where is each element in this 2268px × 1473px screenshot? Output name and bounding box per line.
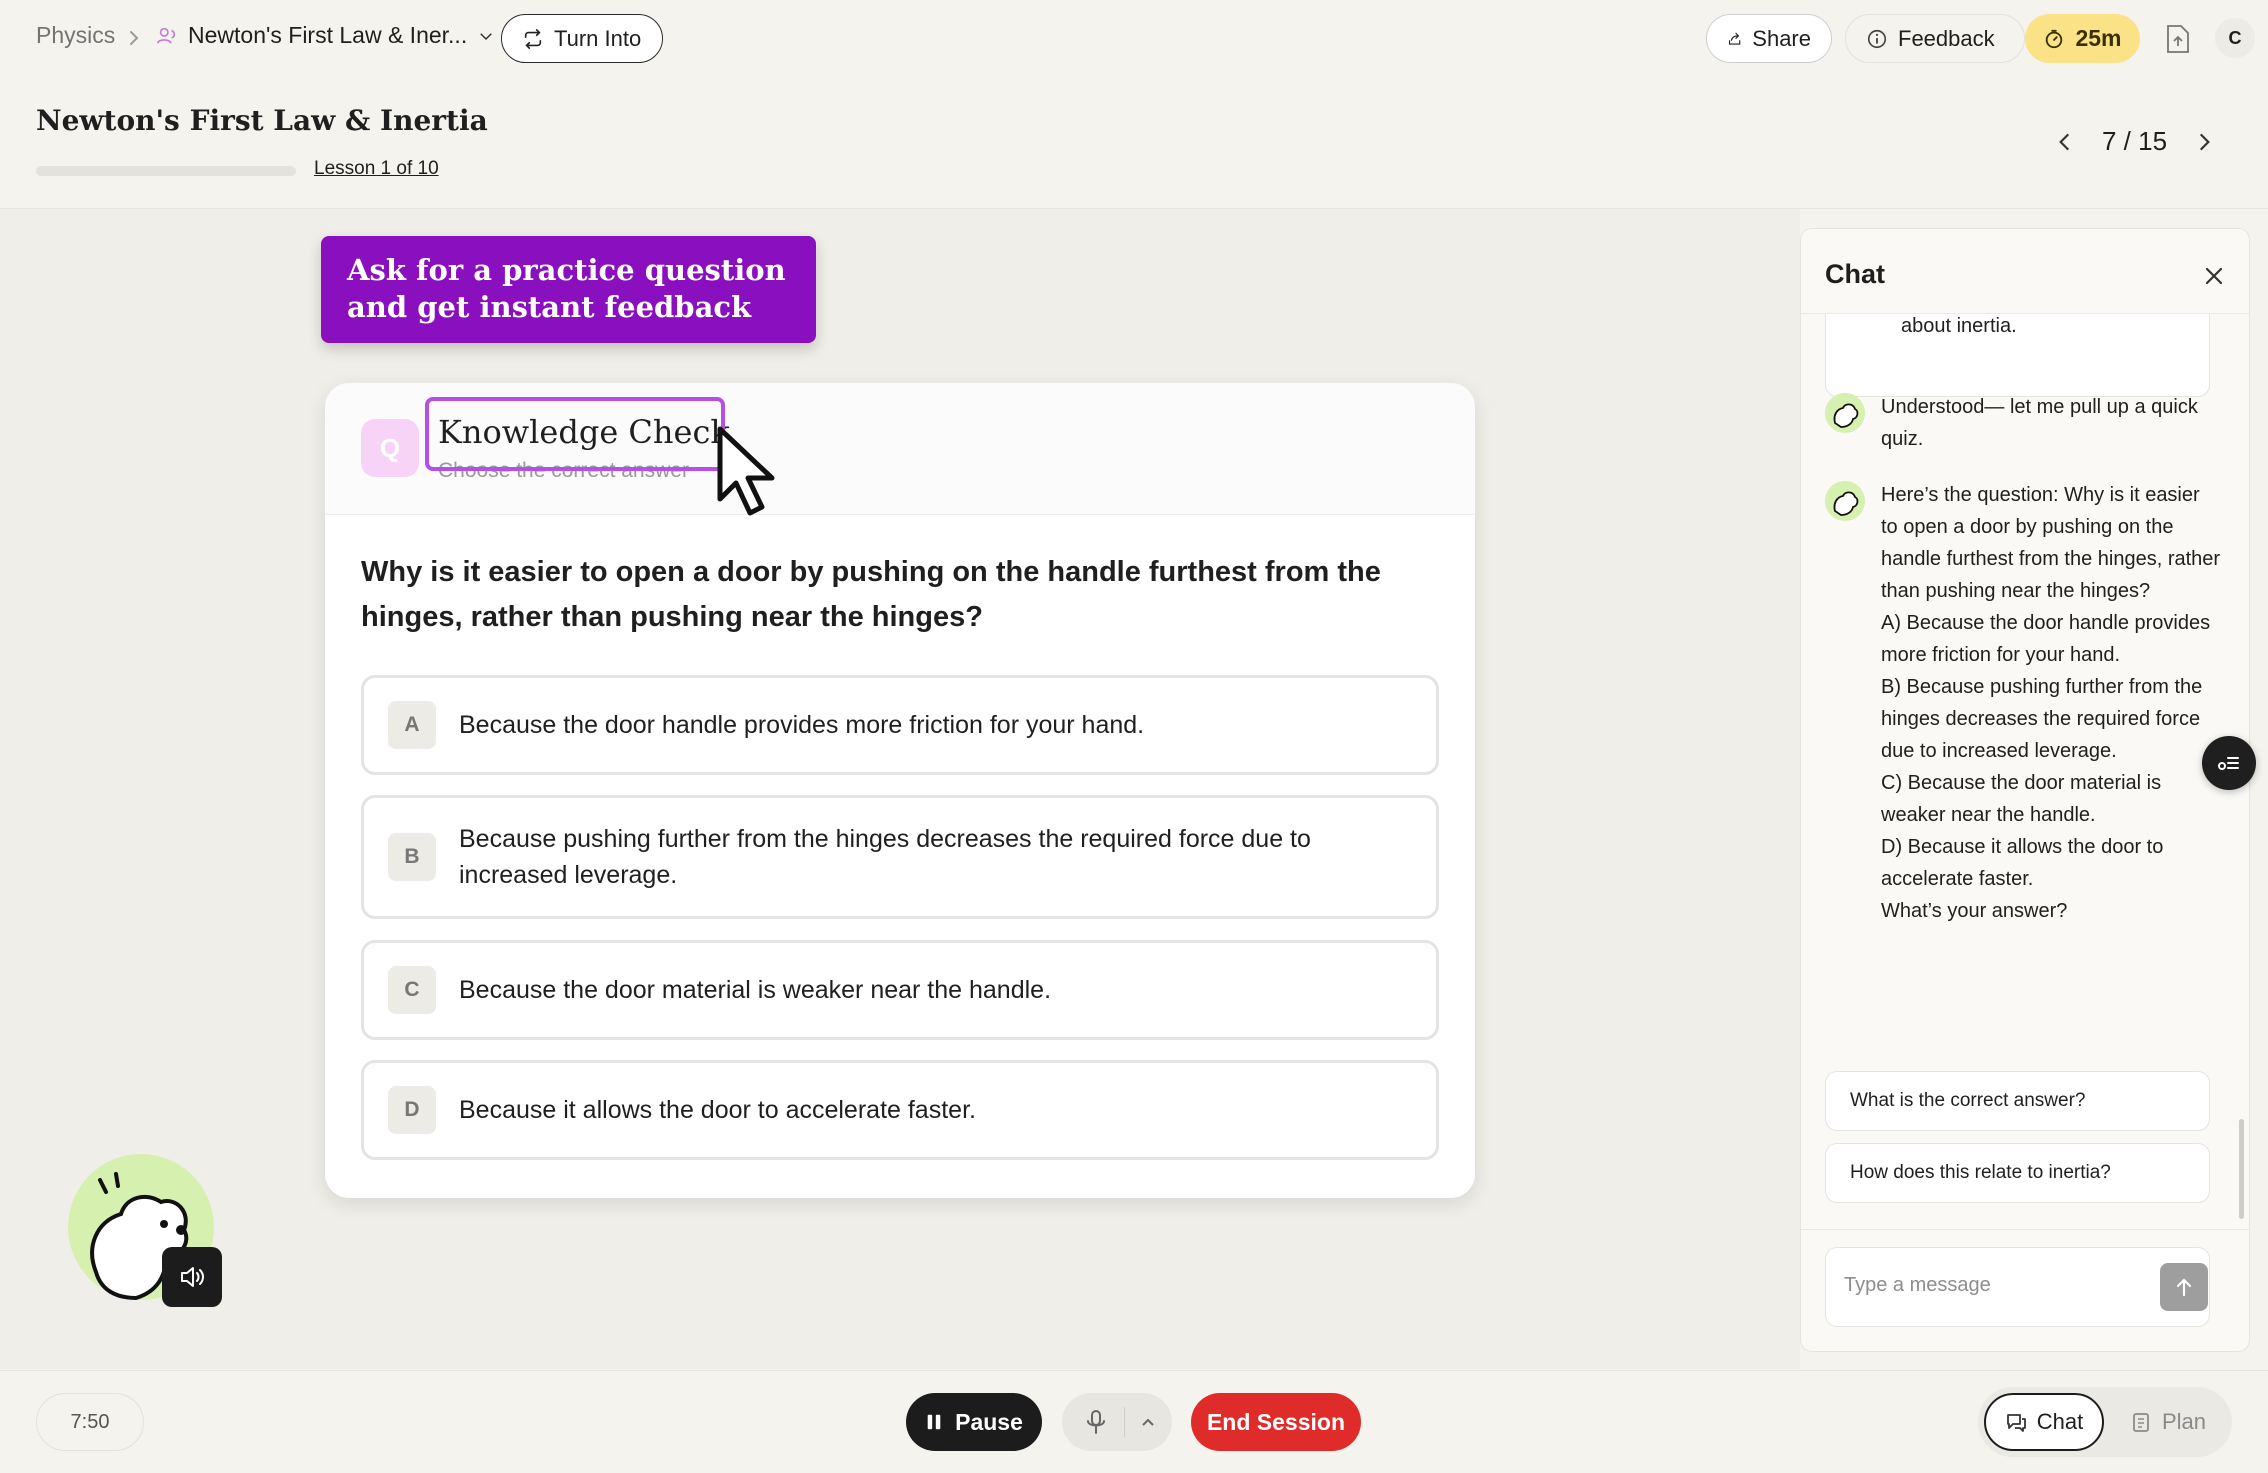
export-file-icon[interactable] bbox=[2165, 24, 2191, 54]
microphone-icon[interactable] bbox=[1082, 1408, 1110, 1436]
quiz-header: Q Knowledge Check Choose the correct ans… bbox=[325, 383, 1475, 515]
pause-button[interactable]: Pause bbox=[906, 1393, 1042, 1451]
answer-option-a[interactable]: A Because the door handle provides more … bbox=[361, 675, 1439, 775]
pager-label: 7 / 15 bbox=[2102, 126, 2168, 156]
breadcrumb-topic[interactable]: Newton's First Law & Iner... bbox=[156, 22, 495, 49]
bot-message: Here’s the question: Why is it easier to… bbox=[1881, 484, 2221, 922]
share-icon bbox=[1728, 32, 1741, 45]
option-text: Because it allows the door to accelerate… bbox=[459, 1096, 976, 1124]
repeat-icon bbox=[524, 28, 542, 49]
end-session-button[interactable]: End Session bbox=[1191, 1393, 1361, 1451]
panel-toggle: Chat Plan bbox=[1978, 1387, 2232, 1457]
chat-title: Chat bbox=[1825, 259, 1885, 289]
clipboard-icon bbox=[2133, 1413, 2149, 1432]
tab-chat-label: Chat bbox=[2036, 1409, 2084, 1434]
option-letter: A bbox=[388, 701, 436, 749]
bot-message: Understood— let me pull up a quick quiz. bbox=[1881, 396, 2198, 450]
breadcrumb-subject-label[interactable]: Physics bbox=[36, 22, 115, 49]
option-letter: B bbox=[388, 833, 436, 881]
people-icon bbox=[157, 27, 176, 44]
arrow-up-icon bbox=[2176, 1278, 2192, 1297]
send-button[interactable] bbox=[2160, 1263, 2208, 1311]
elapsed-time-label: 7:50 bbox=[70, 1410, 110, 1433]
user-message-text: about inertia. bbox=[1901, 315, 2017, 337]
info-icon bbox=[1867, 29, 1887, 48]
end-session-label: End Session bbox=[1206, 1408, 1346, 1435]
pause-label: Pause bbox=[955, 1408, 1023, 1435]
notes-menu-button[interactable] bbox=[2202, 736, 2256, 790]
option-text: Because pushing further from the hinges … bbox=[459, 825, 1311, 889]
timer-badge[interactable]: 25m bbox=[2025, 14, 2140, 63]
speaker-button[interactable] bbox=[162, 1247, 222, 1307]
bot-avatar-icon bbox=[1825, 481, 1865, 521]
chat-panel: about inertia. Chat Understood— let me p… bbox=[1800, 228, 2250, 1352]
bot-avatar-icon bbox=[1825, 393, 1865, 433]
suggestion-chip[interactable]: How does this relate to inertia? bbox=[1825, 1143, 2210, 1203]
turn-into-button[interactable]: Turn Into bbox=[501, 14, 663, 63]
chevron-down-icon[interactable] bbox=[477, 27, 495, 45]
chevron-left-icon[interactable] bbox=[2052, 129, 2078, 155]
chevron-right-icon[interactable] bbox=[2191, 129, 2217, 155]
mic-control bbox=[1062, 1393, 1172, 1451]
quiz-question: Why is it easier to open a door by pushi… bbox=[361, 556, 1381, 633]
chat-divider bbox=[1801, 313, 2249, 314]
option-letter: C bbox=[388, 966, 436, 1014]
option-text: Because the door handle provides more fr… bbox=[459, 711, 1145, 739]
lesson-count-link[interactable]: Lesson 1 of 10 bbox=[314, 158, 439, 180]
elapsed-time: 7:50 bbox=[36, 1393, 144, 1451]
mic-divider bbox=[1124, 1407, 1125, 1437]
feedback-button[interactable]: Feedback bbox=[1845, 14, 2025, 63]
timer-label: 25m bbox=[2075, 25, 2122, 51]
answer-option-c[interactable]: C Because the door material is weaker ne… bbox=[361, 940, 1439, 1040]
tab-chat[interactable]: Chat bbox=[1984, 1393, 2104, 1451]
answer-option-d[interactable]: D Because it allows the door to accelera… bbox=[361, 1060, 1439, 1160]
option-text: Because the door material is weaker near… bbox=[459, 976, 1052, 1004]
chevron-right-icon bbox=[130, 31, 139, 45]
breadcrumb-subject[interactable]: Physics bbox=[36, 22, 115, 49]
list-icon bbox=[2218, 757, 2239, 770]
top-bar: Physics Newton's First Law & Iner... Tur… bbox=[0, 0, 2268, 76]
option-letter: D bbox=[388, 1086, 436, 1134]
quiz-badge: Q bbox=[361, 419, 419, 477]
chevron-up-icon[interactable] bbox=[1138, 1412, 1158, 1432]
share-button[interactable]: Share bbox=[1706, 14, 1832, 63]
hint-tooltip: Ask for a practice question and get inst… bbox=[321, 236, 816, 343]
speaker-icon bbox=[181, 1267, 204, 1287]
page-title: Newton's First Law & Inertia bbox=[36, 104, 488, 137]
chat-message-input[interactable]: Type a message bbox=[1825, 1247, 2210, 1327]
quiz-card: Q Knowledge Check Choose the correct ans… bbox=[325, 383, 1475, 1198]
share-label: Share bbox=[1752, 25, 1811, 51]
slide-pager: 7 / 15 bbox=[2052, 126, 2217, 157]
avatar[interactable]: C bbox=[2215, 18, 2255, 58]
chat-scrollbar[interactable] bbox=[2239, 1119, 2244, 1219]
quiz-title-highlight bbox=[425, 397, 725, 471]
mouse-cursor-icon bbox=[717, 426, 775, 516]
answer-option-b[interactable]: B Because pushing further from the hinge… bbox=[361, 795, 1439, 919]
avatar-initial: C bbox=[2228, 27, 2242, 48]
stopwatch-icon bbox=[2046, 29, 2063, 48]
chat-bubble-icon bbox=[2006, 1414, 2026, 1432]
tab-plan-label: Plan bbox=[2161, 1409, 2207, 1434]
pause-icon bbox=[927, 1414, 941, 1430]
bottom-bar: 7:50 Pause End Session Chat Plan bbox=[0, 1370, 2268, 1473]
feedback-label: Feedback bbox=[1898, 25, 1995, 51]
suggestion-chip[interactable]: What is the correct answer? bbox=[1825, 1071, 2210, 1131]
close-icon[interactable] bbox=[2203, 265, 2225, 287]
chat-input-divider bbox=[1801, 1229, 2249, 1230]
breadcrumb-topic-label[interactable]: Newton's First Law & Iner... bbox=[188, 22, 467, 49]
lesson-progress-bar bbox=[36, 166, 296, 176]
tab-plan[interactable]: Plan bbox=[2108, 1393, 2228, 1451]
turn-into-label: Turn Into bbox=[554, 25, 642, 51]
hint-tooltip-text: Ask for a practice question and get inst… bbox=[347, 253, 786, 324]
chat-input-placeholder: Type a message bbox=[1844, 1274, 1991, 1296]
